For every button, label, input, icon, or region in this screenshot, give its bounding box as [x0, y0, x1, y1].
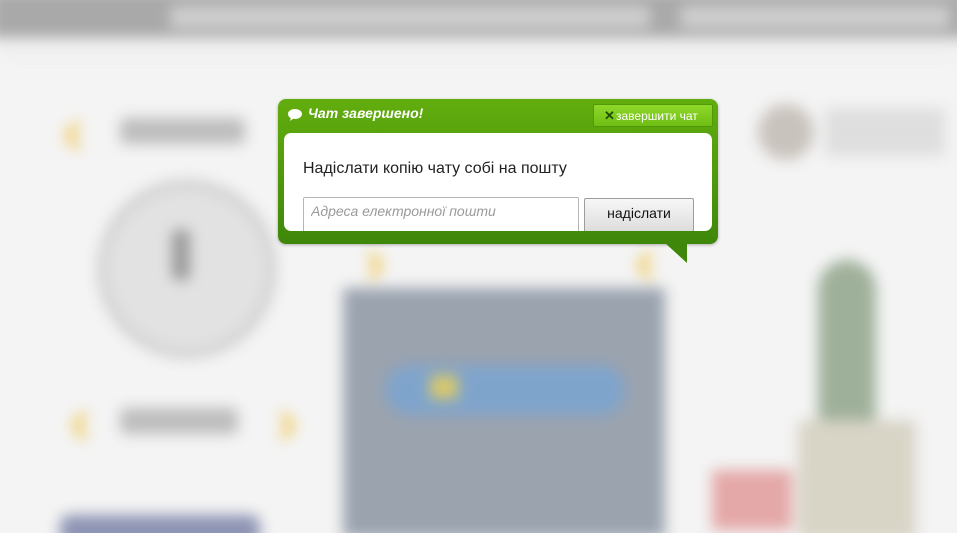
background-chevron-left-icon: ‹ [69, 383, 91, 457]
background-red-image [712, 470, 792, 530]
blurred-background-page: ‹ ‹ › › ‹ [0, 0, 957, 533]
background-address-bar [170, 6, 650, 28]
close-icon: ✕ [604, 108, 615, 123]
background-cactus-image [818, 260, 876, 430]
chat-title: Чат завершено! [308, 105, 424, 121]
background-label [120, 118, 245, 144]
chat-popup: Чат завершено! ✕завершити чат Надіслати … [278, 99, 718, 244]
email-field[interactable] [303, 197, 579, 231]
send-button[interactable]: надіслати [584, 198, 694, 231]
background-text-block [825, 108, 945, 156]
background-screen-logo [385, 365, 625, 415]
copy-prompt-text: Надіслати копію чату собі на пошту [303, 160, 567, 177]
background-subbar [0, 44, 957, 58]
background-pot-image [798, 420, 916, 533]
background-chevron-left-icon: ‹ [62, 93, 84, 167]
background-toolbar-right [680, 6, 950, 28]
chat-body: Надіслати копію чату собі на пошту надіс… [284, 133, 712, 231]
speech-bubble-icon [288, 109, 302, 121]
background-bottom-image [60, 515, 260, 533]
background-label [120, 408, 238, 434]
background-chevron-right-icon: › [276, 383, 298, 457]
background-screen-logo-mark [430, 375, 458, 399]
end-chat-button[interactable]: ✕завершити чат [593, 104, 713, 127]
background-avatar [758, 104, 814, 160]
background-clock-hand [172, 230, 190, 280]
chat-popup-tail [665, 243, 687, 263]
chat-header: Чат завершено! ✕завершити чат [278, 99, 718, 131]
end-chat-label: завершити чат [616, 109, 698, 123]
page: ‹ ‹ › › ‹ Чат завершено! ✕завершити чат [0, 0, 957, 533]
